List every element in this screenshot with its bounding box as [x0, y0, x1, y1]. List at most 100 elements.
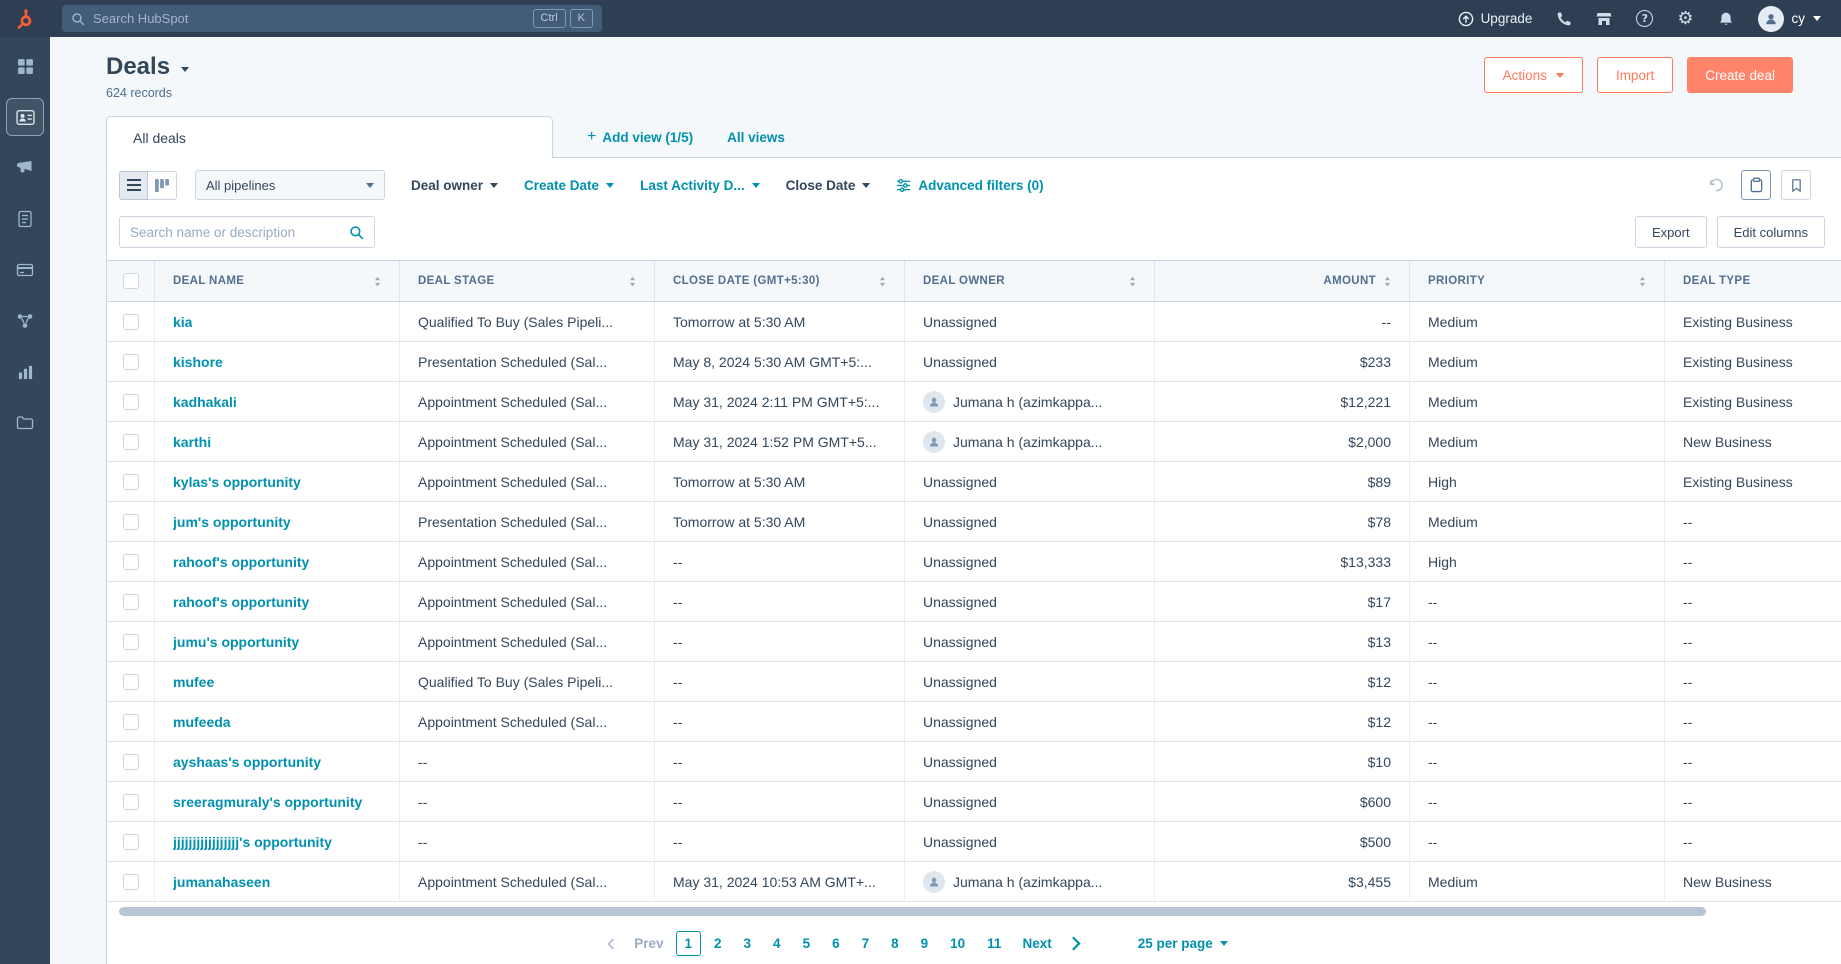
table-search[interactable]: [119, 216, 375, 248]
sidebar-item-commerce[interactable]: [6, 251, 44, 289]
per-page-select[interactable]: 25 per page: [1138, 936, 1228, 951]
deal-name-link[interactable]: jum's opportunity: [173, 514, 291, 530]
sidebar-item-crm[interactable]: [6, 98, 44, 136]
deal-name-link[interactable]: jumu's opportunity: [173, 634, 299, 650]
sidebar-item-reporting[interactable]: [6, 353, 44, 391]
row-checkbox[interactable]: [123, 874, 139, 890]
actions-button[interactable]: Actions: [1484, 57, 1583, 93]
deal-name-link[interactable]: kishore: [173, 354, 223, 370]
row-checkbox[interactable]: [123, 514, 139, 530]
import-button[interactable]: Import: [1597, 57, 1673, 93]
table-body: kia Qualified To Buy (Sales Pipeli... To…: [107, 302, 1841, 902]
edit-columns-button[interactable]: Edit columns: [1717, 216, 1825, 248]
horizontal-scrollbar-thumb[interactable]: [119, 907, 1706, 916]
deal-name-link[interactable]: sreeragmuraly's opportunity: [173, 794, 362, 810]
global-search-input[interactable]: [93, 11, 529, 26]
pagination-page-button[interactable]: 9: [912, 931, 938, 956]
prev-page-button[interactable]: Prev: [626, 936, 671, 951]
all-views-link[interactable]: All views: [727, 116, 785, 158]
column-header-deal-stage[interactable]: DEAL STAGE: [400, 261, 655, 301]
row-checkbox[interactable]: [123, 714, 139, 730]
deal-name-link[interactable]: kadhakali: [173, 394, 237, 410]
sidebar-item-automations[interactable]: [6, 302, 44, 340]
account-menu[interactable]: cy: [1758, 6, 1822, 32]
pagination-page-button[interactable]: 3: [735, 931, 761, 956]
column-header-deal-type[interactable]: DEAL TYPE: [1665, 261, 1841, 301]
pagination-page-button[interactable]: 8: [882, 931, 908, 956]
create-deal-button[interactable]: Create deal: [1687, 57, 1793, 93]
select-all-checkbox[interactable]: [123, 273, 139, 289]
sidebar-item-marketing[interactable]: [6, 149, 44, 187]
export-button[interactable]: Export: [1635, 216, 1707, 248]
deal-name-link[interactable]: mufee: [173, 674, 214, 690]
deal-name-link[interactable]: karthi: [173, 434, 211, 450]
advanced-filters-button[interactable]: Advanced filters (0): [896, 178, 1043, 193]
deal-name-link[interactable]: ayshaas's opportunity: [173, 754, 321, 770]
column-header-deal-name[interactable]: DEAL NAME: [155, 261, 400, 301]
pipeline-select[interactable]: All pipelines: [195, 170, 385, 200]
row-checkbox[interactable]: [123, 794, 139, 810]
last-activity-filter[interactable]: Last Activity D...: [640, 178, 760, 193]
save-view-button[interactable]: [1781, 170, 1811, 200]
upgrade-button[interactable]: Upgrade: [1458, 11, 1533, 27]
row-checkbox[interactable]: [123, 354, 139, 370]
help-icon[interactable]: ?: [1636, 10, 1653, 27]
row-checkbox[interactable]: [123, 314, 139, 330]
list-view-button[interactable]: [119, 171, 148, 200]
add-view-button[interactable]: + Add view (1/5): [587, 116, 693, 158]
global-search[interactable]: Ctrl K: [62, 5, 602, 32]
deal-name-link[interactable]: kia: [173, 314, 192, 330]
column-label: DEAL TYPE: [1683, 275, 1750, 287]
row-checkbox[interactable]: [123, 394, 139, 410]
column-header-deal-owner[interactable]: DEAL OWNER: [905, 261, 1155, 301]
deal-name-link[interactable]: rahoof's opportunity: [173, 594, 309, 610]
settings-gear-icon[interactable]: ⚙: [1677, 10, 1693, 28]
row-checkbox[interactable]: [123, 554, 139, 570]
sidebar-item-content[interactable]: [6, 200, 44, 238]
column-header-priority[interactable]: PRIORITY: [1410, 261, 1665, 301]
table-search-input[interactable]: [130, 225, 349, 240]
deal-name-link[interactable]: kylas's opportunity: [173, 474, 301, 490]
undo-button[interactable]: [1701, 170, 1731, 200]
row-checkbox[interactable]: [123, 434, 139, 450]
row-checkbox[interactable]: [123, 754, 139, 770]
row-checkbox[interactable]: [123, 474, 139, 490]
column-header-close-date[interactable]: CLOSE DATE (GMT+5:30): [655, 261, 905, 301]
pagination-page-button[interactable]: 5: [794, 931, 820, 956]
row-checkbox[interactable]: [123, 594, 139, 610]
search-icon[interactable]: [349, 225, 364, 240]
row-checkbox[interactable]: [123, 674, 139, 690]
deal-name-link[interactable]: rahoof's opportunity: [173, 554, 309, 570]
column-header-amount[interactable]: AMOUNT: [1155, 261, 1410, 301]
notifications-bell-icon[interactable]: [1718, 11, 1734, 27]
calling-icon[interactable]: [1556, 11, 1572, 27]
next-page-button[interactable]: Next: [1014, 936, 1059, 951]
chevron-left-icon[interactable]: [600, 938, 622, 950]
close-date-filter[interactable]: Close Date: [786, 178, 871, 193]
row-checkbox-cell: [107, 502, 155, 541]
pagination-page-button[interactable]: 11: [978, 931, 1010, 956]
title-chevron-down-icon[interactable]: [181, 67, 189, 72]
pagination-page-button[interactable]: 4: [764, 931, 790, 956]
row-checkbox[interactable]: [123, 634, 139, 650]
chevron-right-icon[interactable]: [1064, 936, 1088, 951]
pagination-page-button[interactable]: 10: [941, 931, 974, 956]
tab-all-deals[interactable]: All deals: [106, 116, 553, 158]
deal-owner-cell: Unassigned: [905, 662, 1155, 701]
deal-name-link[interactable]: jjjjjjjjjjjjjjjjj's opportunity: [173, 834, 332, 850]
board-view-button[interactable]: [148, 171, 177, 200]
deal-name-link[interactable]: jumanahaseen: [173, 874, 270, 890]
pagination-page-button[interactable]: 1: [676, 931, 702, 956]
pagination-page-button[interactable]: 7: [853, 931, 879, 956]
deal-name-link[interactable]: mufeeda: [173, 714, 231, 730]
hubspot-logo-icon[interactable]: [0, 8, 50, 30]
sidebar-item-apps[interactable]: [6, 47, 44, 85]
sidebar-item-library[interactable]: [6, 404, 44, 442]
pagination-page-button[interactable]: 2: [705, 931, 731, 956]
copy-view-button[interactable]: [1741, 170, 1771, 200]
create-date-filter[interactable]: Create Date: [524, 178, 614, 193]
row-checkbox[interactable]: [123, 834, 139, 850]
deal-owner-filter[interactable]: Deal owner: [411, 178, 498, 193]
marketplace-icon[interactable]: [1596, 11, 1612, 27]
pagination-page-button[interactable]: 6: [823, 931, 849, 956]
